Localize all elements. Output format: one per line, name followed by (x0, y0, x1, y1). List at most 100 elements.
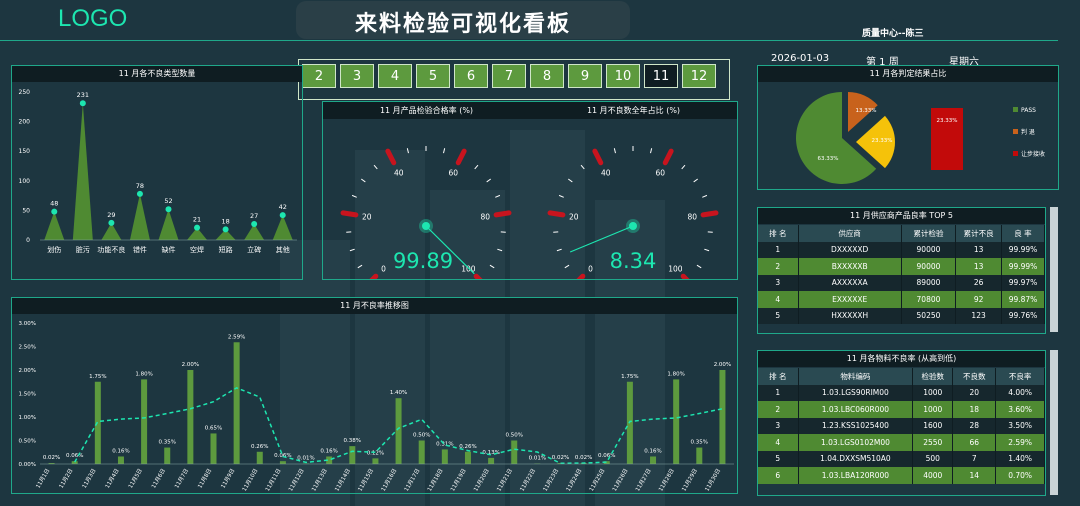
defect-data-label: 42 (279, 203, 287, 211)
column-header: 供应商 (798, 225, 902, 242)
defect-area-mark (72, 103, 93, 240)
table-row[interactable]: 4 1.03.LGS0102M00 2550 66 2.59% (758, 434, 1045, 451)
table-row[interactable]: 6 1.03.LBA120R000 4000 14 0.70% (758, 467, 1045, 484)
trend-bar (719, 370, 726, 464)
legend-swatch (1013, 129, 1018, 134)
column-header: 累计检验 (901, 225, 957, 242)
x-tick-label: 11月22日 (519, 468, 538, 493)
bar-data-label: 2.00% (182, 362, 199, 368)
table-cell: 18 (952, 401, 997, 418)
month-button-2[interactable]: 2 (302, 64, 336, 88)
table-cell: EXXXXXE (798, 291, 902, 308)
x-tick-label: 11月1日 (34, 468, 51, 490)
defect-point (51, 208, 58, 215)
defect-area-mark (158, 209, 179, 240)
table-cell: AXXXXXA (798, 274, 902, 291)
trend-bar (233, 342, 240, 464)
month-button-10[interactable]: 10 (606, 64, 640, 88)
month-button-5[interactable]: 5 (416, 64, 450, 88)
trend-bar (372, 458, 379, 464)
x-tick-label: 11月3日 (81, 468, 98, 490)
trend-bar (187, 370, 194, 464)
table-row[interactable]: 3 AXXXXXA 89000 26 99.97% (758, 274, 1045, 291)
gauge-minor-tick (406, 148, 409, 154)
bar-data-label: 0.12% (367, 450, 384, 456)
table-cell: 26 (955, 274, 1002, 291)
trend-bar (117, 456, 124, 464)
panel-title: 11 月供应商产品良率 TOP 5 (758, 208, 1045, 224)
trend-bar (418, 440, 425, 464)
table-cell: 1.03.LGS0102M00 (798, 434, 914, 451)
defect-data-label: 231 (77, 91, 89, 99)
gauge1-title: 11 月产品检验合格率 (%) (379, 106, 474, 115)
table-cell: 66 (952, 434, 997, 451)
x-tick-label: 11月27日 (634, 468, 653, 493)
table-cell: 20 (952, 384, 997, 401)
table-row[interactable]: 1 1.03.LGS90RIM00 1000 20 4.00% (758, 384, 1045, 401)
month-button-11[interactable]: 11 (644, 64, 678, 88)
trend-bar (511, 440, 518, 464)
x-tick-label: 11月18日 (426, 468, 445, 493)
pie-label: 13.33% (856, 108, 877, 114)
month-button-12[interactable]: 12 (682, 64, 716, 88)
defect-type-chart: 0 50 100 150 200 250 48 划伤 231 脏污 29 功能不良 78 错件 52 缺件 21… (19, 89, 297, 254)
month-button-3[interactable]: 3 (340, 64, 374, 88)
material-scrollbar[interactable] (1050, 350, 1058, 495)
defect-point (79, 100, 86, 107)
table-cell: 92 (955, 291, 1002, 308)
gauge-minor-tick (613, 148, 616, 154)
trend-bar (650, 456, 657, 464)
y-tick-label: 2.00% (19, 368, 36, 374)
month-button-7[interactable]: 7 (492, 64, 526, 88)
supplier-table: 排 名供应商 累计检验 累计不良良 率 1 DXXXXXD 90000 13 99.99% 2 B… (758, 225, 1045, 324)
y-tick-label: 150 (19, 148, 31, 155)
table-row[interactable]: 5 1.04.DXXSM510A0 500 7 1.40% (758, 450, 1045, 467)
table-header-row: 排 名供应商 累计检验 累计不良良 率 (758, 225, 1045, 242)
trend-bar (210, 433, 217, 464)
gauge-minor-tick (489, 264, 495, 269)
trend-bar (256, 451, 263, 464)
x-tick-label: 11月30日 (704, 468, 723, 493)
x-tick-label: 11月7日 (173, 468, 190, 490)
defect-data-label: 48 (50, 200, 58, 208)
bar-data-label: 0.16% (644, 448, 661, 454)
pie-label: 23.33% (872, 138, 893, 144)
trend-bar (464, 451, 471, 464)
gauge-minor-tick (702, 194, 708, 198)
column-header: 检验数 (912, 368, 954, 385)
table-cell: 5 (758, 307, 799, 324)
bar-data-label: 0.02% (43, 455, 60, 461)
trend-bar (696, 447, 703, 464)
table-row[interactable]: 2 1.03.LBC060R000 1000 18 3.60% (758, 401, 1045, 418)
month-button-6[interactable]: 6 (454, 64, 488, 88)
trend-bar (279, 461, 286, 464)
supplier-scrollbar[interactable] (1050, 207, 1058, 332)
bar-data-label: 0.35% (691, 440, 708, 446)
panel-title: 11 月各不良类型数量 (12, 66, 302, 82)
x-tick-label: 11月26日 (611, 468, 630, 493)
month-button-9[interactable]: 9 (568, 64, 602, 88)
gauge-minor-tick (357, 264, 363, 269)
table-row[interactable]: 5 HXXXXXH 50250 123 99.76% (758, 307, 1045, 324)
table-row[interactable]: 2 BXXXXXB 90000 13 99.99% (758, 258, 1045, 275)
table-row[interactable]: 3 1.23.KSS1025400 1600 28 3.50% (758, 417, 1045, 434)
bar-data-label: 1.75% (89, 374, 106, 380)
x-tick-label: 11月21日 (495, 468, 514, 493)
x-tick-label: 11月20日 (472, 468, 491, 493)
x-tick-label: 11月19日 (449, 468, 468, 493)
month-button-8[interactable]: 8 (530, 64, 564, 88)
trend-panel: 11 月不良率推移图 0.00% 0.50% 1.00% 1.50% 2.00% 2.50… (11, 297, 738, 494)
bar-data-label: 1.80% (135, 371, 152, 377)
table-row[interactable]: 4 EXXXXXE 70800 92 99.87% (758, 291, 1045, 308)
bar-data-label: 0.02% (575, 455, 592, 461)
concession-label: 23.33% (937, 118, 958, 124)
gauge-minor-tick (351, 194, 357, 198)
table-cell: 3.50% (995, 417, 1045, 434)
panel-title: 11 月各物料不良率 (从高到低) (758, 351, 1045, 367)
y-tick-label: 200 (19, 119, 31, 126)
month-button-4[interactable]: 4 (378, 64, 412, 88)
table-row[interactable]: 1 DXXXXXD 90000 13 99.99% (758, 241, 1045, 258)
bar-data-label: 0.31% (436, 441, 453, 447)
material-table: 排 名物料编码 检验数 不良数 不良率 1 1.03.LGS90RIM00 1000 20 4.… (758, 368, 1045, 484)
gauge-hub (422, 222, 430, 230)
